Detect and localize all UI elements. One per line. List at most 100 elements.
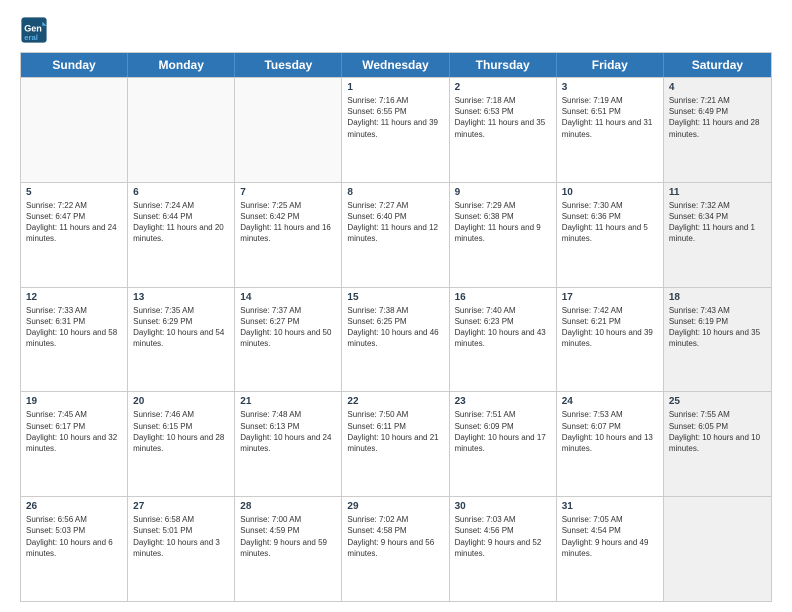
- calendar-cell: 13Sunrise: 7:35 AMSunset: 6:29 PMDayligh…: [128, 288, 235, 392]
- day-number: 2: [455, 82, 551, 93]
- day-number: 13: [133, 292, 229, 303]
- calendar-row-2: 5 Sunrise: 7:22 AMSunset: 6:47 PMDaylight…: [21, 182, 771, 287]
- day-header-monday: Monday: [128, 53, 235, 77]
- cell-text: Sunrise: 7:40 AMSunset: 6:23 PMDaylight:…: [455, 305, 551, 350]
- day-number: 16: [455, 292, 551, 303]
- calendar-cell: 16 Sunrise: 7:40 AMSunset: 6:23 PMDayligh…: [450, 288, 557, 392]
- day-number: 5: [26, 187, 122, 198]
- day-number: 14: [240, 292, 336, 303]
- page: Gen eral SundayMondayTuesdayWednesdayThu…: [0, 0, 792, 612]
- cell-text: Sunrise: 7:29 AMSunset: 6:38 PMDaylight:…: [455, 200, 551, 245]
- calendar-cell: 3Sunrise: 7:19 AMSunset: 6:51 PMDaylight…: [557, 78, 664, 182]
- calendar-cell: 2 Sunrise: 7:18 AMSunset: 6:53 PMDaylight…: [450, 78, 557, 182]
- header: Gen eral: [20, 16, 772, 44]
- calendar-cell: 11 Sunrise: 7:32 AMSunset: 6:34 PMDayligh…: [664, 183, 771, 287]
- calendar-cell: 15 Sunrise: 7:38 AMSunset: 6:25 PMDayligh…: [342, 288, 449, 392]
- cell-text: Sunrise: 6:58 AMSunset: 5:01 PMDaylight:…: [133, 514, 229, 559]
- day-number: 17: [562, 292, 658, 303]
- calendar-cell: 9 Sunrise: 7:29 AMSunset: 6:38 PMDaylight…: [450, 183, 557, 287]
- calendar-cell: 29Sunrise: 7:02 AMSunset: 4:58 PMDayligh…: [342, 497, 449, 601]
- calendar-cell: 25Sunrise: 7:55 AMSunset: 6:05 PMDayligh…: [664, 392, 771, 496]
- day-number: 9: [455, 187, 551, 198]
- cell-text: Sunrise: 7:50 AMSunset: 6:11 PMDaylight:…: [347, 409, 443, 454]
- day-header-tuesday: Tuesday: [235, 53, 342, 77]
- calendar-cell: 12 Sunrise: 7:33 AMSunset: 6:31 PMDayligh…: [21, 288, 128, 392]
- day-number: 4: [669, 82, 766, 93]
- calendar-row-5: 26 Sunrise: 6:56 AMSunset: 5:03 PMDayligh…: [21, 496, 771, 601]
- calendar-cell: 31Sunrise: 7:05 AMSunset: 4:54 PMDayligh…: [557, 497, 664, 601]
- day-number: 19: [26, 396, 122, 407]
- day-number: 20: [133, 396, 229, 407]
- calendar-cell: 21 Sunrise: 7:48 AMSunset: 6:13 PMDayligh…: [235, 392, 342, 496]
- day-number: 28: [240, 501, 336, 512]
- cell-text: Sunrise: 7:24 AMSunset: 6:44 PMDaylight:…: [133, 200, 229, 245]
- cell-text: Sunrise: 7:05 AMSunset: 4:54 PMDaylight:…: [562, 514, 658, 559]
- logo: Gen eral: [20, 16, 50, 44]
- day-number: 27: [133, 501, 229, 512]
- calendar-cell: 20 Sunrise: 7:46 AMSunset: 6:15 PMDayligh…: [128, 392, 235, 496]
- cell-text: Sunrise: 7:21 AMSunset: 6:49 PMDaylight:…: [669, 95, 766, 140]
- cell-text: Sunrise: 7:30 AMSunset: 6:36 PMDaylight:…: [562, 200, 658, 245]
- cell-text: Sunrise: 7:37 AMSunset: 6:27 PMDaylight:…: [240, 305, 336, 350]
- calendar-cell: 17 Sunrise: 7:42 AMSunset: 6:21 PMDayligh…: [557, 288, 664, 392]
- day-number: 10: [562, 187, 658, 198]
- cell-text: Sunrise: 7:43 AMSunset: 6:19 PMDaylight:…: [669, 305, 766, 350]
- svg-text:eral: eral: [24, 33, 38, 42]
- calendar-cell: 23 Sunrise: 7:51 AMSunset: 6:09 PMDayligh…: [450, 392, 557, 496]
- calendar-cell: 7 Sunrise: 7:25 AMSunset: 6:42 PMDaylight…: [235, 183, 342, 287]
- cell-text: Sunrise: 7:00 AMSunset: 4:59 PMDaylight:…: [240, 514, 336, 559]
- cell-text: Sunrise: 7:45 AMSunset: 6:17 PMDaylight:…: [26, 409, 122, 454]
- cell-text: Sunrise: 7:03 AMSunset: 4:56 PMDaylight:…: [455, 514, 551, 559]
- day-number: 6: [133, 187, 229, 198]
- day-number: 7: [240, 187, 336, 198]
- day-number: 12: [26, 292, 122, 303]
- calendar-cell: 26 Sunrise: 6:56 AMSunset: 5:03 PMDayligh…: [21, 497, 128, 601]
- calendar-row-4: 19 Sunrise: 7:45 AMSunset: 6:17 PMDayligh…: [21, 391, 771, 496]
- day-number: 1: [347, 82, 443, 93]
- cell-text: Sunrise: 7:32 AMSunset: 6:34 PMDaylight:…: [669, 200, 766, 245]
- cell-text: Sunrise: 7:42 AMSunset: 6:21 PMDaylight:…: [562, 305, 658, 350]
- calendar-cell: 18Sunrise: 7:43 AMSunset: 6:19 PMDayligh…: [664, 288, 771, 392]
- cell-text: Sunrise: 7:22 AMSunset: 6:47 PMDaylight:…: [26, 200, 122, 245]
- day-header-friday: Friday: [557, 53, 664, 77]
- calendar-cell: 19 Sunrise: 7:45 AMSunset: 6:17 PMDayligh…: [21, 392, 128, 496]
- calendar-cell: 8Sunrise: 7:27 AMSunset: 6:40 PMDaylight…: [342, 183, 449, 287]
- cell-text: Sunrise: 7:38 AMSunset: 6:25 PMDaylight:…: [347, 305, 443, 350]
- cell-text: Sunrise: 7:48 AMSunset: 6:13 PMDaylight:…: [240, 409, 336, 454]
- calendar-cell: 1Sunrise: 7:16 AMSunset: 6:55 PMDaylight…: [342, 78, 449, 182]
- cell-text: Sunrise: 7:33 AMSunset: 6:31 PMDaylight:…: [26, 305, 122, 350]
- calendar-cell: [235, 78, 342, 182]
- cell-text: Sunrise: 7:51 AMSunset: 6:09 PMDaylight:…: [455, 409, 551, 454]
- calendar-cell: 14 Sunrise: 7:37 AMSunset: 6:27 PMDayligh…: [235, 288, 342, 392]
- day-number: 15: [347, 292, 443, 303]
- calendar-cell: [128, 78, 235, 182]
- calendar-cell: 6 Sunrise: 7:24 AMSunset: 6:44 PMDaylight…: [128, 183, 235, 287]
- day-header-thursday: Thursday: [450, 53, 557, 77]
- calendar-cell: 24Sunrise: 7:53 AMSunset: 6:07 PMDayligh…: [557, 392, 664, 496]
- calendar-body: 1Sunrise: 7:16 AMSunset: 6:55 PMDaylight…: [21, 77, 771, 601]
- day-number: 21: [240, 396, 336, 407]
- calendar-row-3: 12 Sunrise: 7:33 AMSunset: 6:31 PMDayligh…: [21, 287, 771, 392]
- day-number: 26: [26, 501, 122, 512]
- cell-text: Sunrise: 7:18 AMSunset: 6:53 PMDaylight:…: [455, 95, 551, 140]
- day-header-wednesday: Wednesday: [342, 53, 449, 77]
- calendar: SundayMondayTuesdayWednesdayThursdayFrid…: [20, 52, 772, 602]
- day-header-saturday: Saturday: [664, 53, 771, 77]
- cell-text: Sunrise: 7:55 AMSunset: 6:05 PMDaylight:…: [669, 409, 766, 454]
- cell-text: Sunrise: 6:56 AMSunset: 5:03 PMDaylight:…: [26, 514, 122, 559]
- day-number: 23: [455, 396, 551, 407]
- calendar-cell: 10 Sunrise: 7:30 AMSunset: 6:36 PMDayligh…: [557, 183, 664, 287]
- day-number: 11: [669, 187, 766, 198]
- calendar-cell: 30Sunrise: 7:03 AMSunset: 4:56 PMDayligh…: [450, 497, 557, 601]
- cell-text: Sunrise: 7:53 AMSunset: 6:07 PMDaylight:…: [562, 409, 658, 454]
- day-number: 3: [562, 82, 658, 93]
- calendar-row-1: 1Sunrise: 7:16 AMSunset: 6:55 PMDaylight…: [21, 77, 771, 182]
- calendar-cell: 5 Sunrise: 7:22 AMSunset: 6:47 PMDaylight…: [21, 183, 128, 287]
- calendar-cell: [21, 78, 128, 182]
- cell-text: Sunrise: 7:25 AMSunset: 6:42 PMDaylight:…: [240, 200, 336, 245]
- calendar-cell: 28 Sunrise: 7:00 AMSunset: 4:59 PMDayligh…: [235, 497, 342, 601]
- svg-text:Gen: Gen: [24, 23, 42, 33]
- calendar-cell: 27 Sunrise: 6:58 AMSunset: 5:01 PMDayligh…: [128, 497, 235, 601]
- cell-text: Sunrise: 7:46 AMSunset: 6:15 PMDaylight:…: [133, 409, 229, 454]
- calendar-header: SundayMondayTuesdayWednesdayThursdayFrid…: [21, 53, 771, 77]
